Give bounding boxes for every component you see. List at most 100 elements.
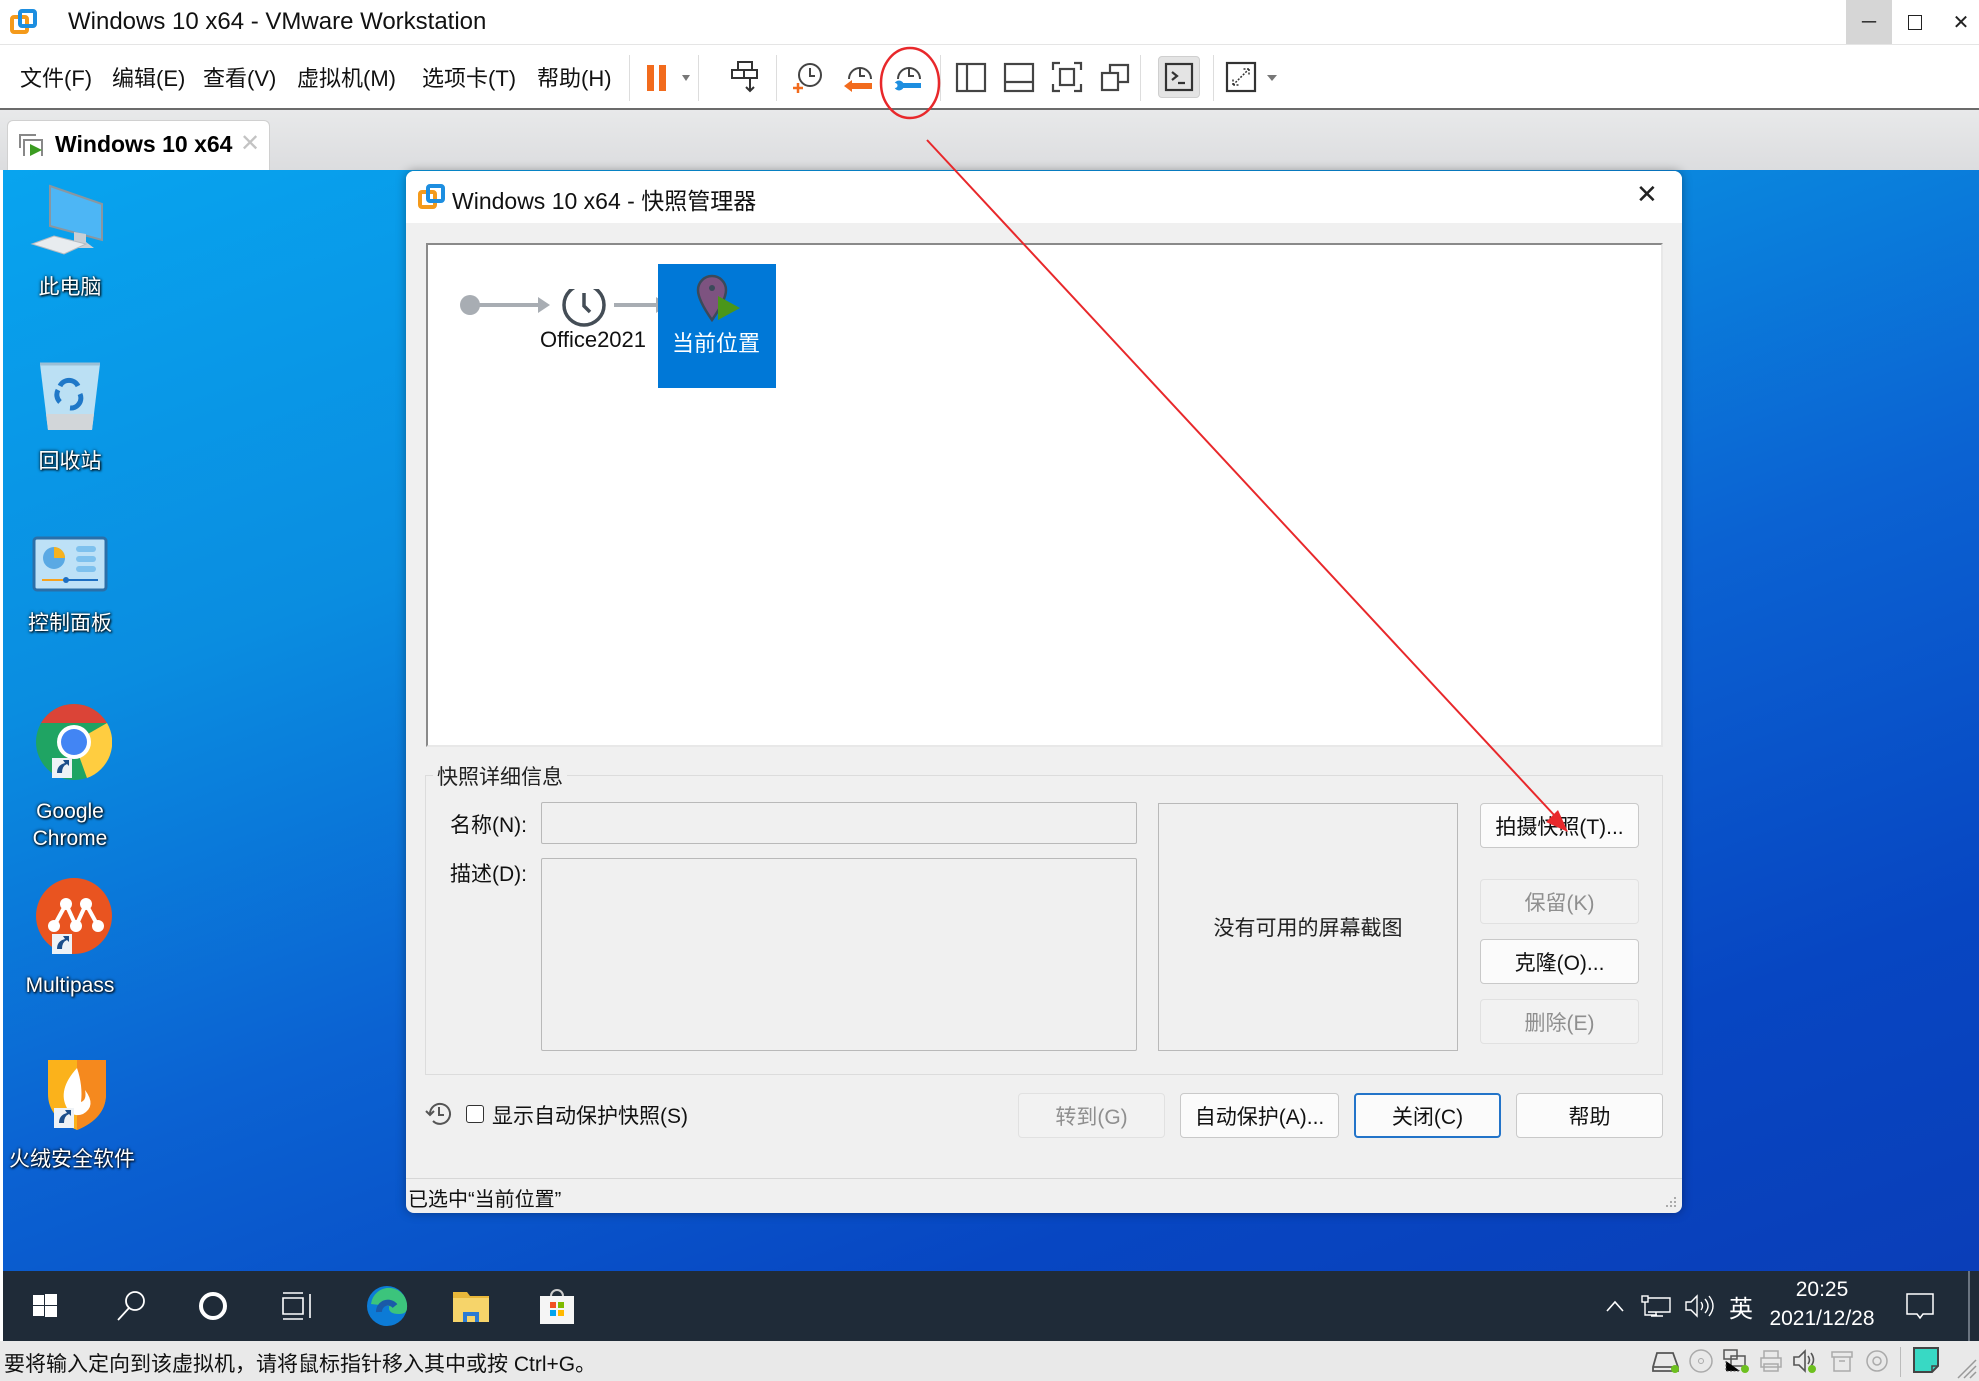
this-pc-icon [30, 184, 103, 255]
multipass-icon [36, 878, 112, 954]
dialog-status-text: 已选中“当前位置” [408, 1189, 562, 1211]
resize-grip-icon[interactable] [1664, 1195, 1678, 1209]
console-view-button[interactable] [1158, 56, 1200, 98]
desktop-icon-huorong[interactable]: 火绒安全软件 [3, 1050, 141, 1173]
camera-icon[interactable] [1864, 1349, 1890, 1373]
show-library-icon [955, 62, 987, 93]
menu-help[interactable]: 帮助(H) [537, 61, 612, 93]
snapshot-node-office2021[interactable]: Office2021 [540, 327, 646, 353]
desktop-icon-google-chrome[interactable]: Google Chrome [5, 702, 135, 852]
take-snapshot-icon [793, 63, 822, 93]
show-desktop-button[interactable] [1968, 1271, 1970, 1341]
show-hidden-icons-button[interactable] [1600, 1271, 1630, 1341]
dialog-close-icon[interactable]: ✕ [1636, 179, 1658, 210]
send-ctrl-alt-del-button[interactable] [728, 59, 764, 95]
revert-snapshot-button[interactable] [840, 59, 876, 95]
tab-windows-10-x64[interactable]: Windows 10 x64 ✕ [7, 120, 270, 170]
search-button[interactable] [99, 1271, 163, 1341]
show-autoprotect-label[interactable]: 显示自动保护快照(S) [492, 1100, 688, 1130]
desktop-icon-label-line2: Chrome [32, 827, 108, 850]
usb-controller-icon[interactable] [1829, 1349, 1855, 1373]
sound-card-icon[interactable] [1792, 1349, 1818, 1373]
description-field[interactable] [541, 858, 1137, 1051]
arrow-icon [538, 297, 550, 313]
tab-bar: Windows 10 x64 ✕ [0, 110, 1979, 170]
recycle-bin-icon [40, 362, 100, 430]
edge-taskbar-button[interactable] [355, 1271, 419, 1341]
name-field[interactable] [541, 802, 1137, 844]
store-icon [540, 1289, 574, 1324]
revert-snapshot-icon [844, 67, 872, 92]
separator [776, 55, 777, 101]
menu-toolbar: 文件(F) 编辑(E) 查看(V) 虚拟机(M) 选项卡(T) 帮助(H) [0, 45, 1979, 110]
network-adapter-icon[interactable] [1722, 1349, 1752, 1373]
close-dialog-button[interactable]: 关闭(C) [1354, 1093, 1501, 1138]
stretch-guest-button[interactable] [1224, 59, 1282, 95]
volume-tray-button[interactable] [1683, 1271, 1715, 1341]
you-are-here-icon [696, 274, 740, 323]
current-state-label: 当前位置 [672, 331, 761, 356]
autoprotect-clock-icon [425, 1102, 451, 1125]
menu-view[interactable]: 查看(V) [203, 61, 276, 93]
pause-icon [647, 65, 690, 91]
desktop-icon-recycle-bin[interactable]: 回收站 [5, 356, 135, 475]
desktop-icon-multipass[interactable]: Multipass [5, 876, 135, 999]
maximize-button[interactable] [1892, 0, 1938, 44]
snapshot-tree[interactable]: Office2021 当前位置 [426, 243, 1663, 747]
unity-button[interactable] [1097, 59, 1133, 95]
take-snapshot-button[interactable]: 拍摄快照(T)... [1480, 803, 1639, 848]
minimize-button[interactable]: ─ [1846, 0, 1892, 44]
desktop-icon-this-pc[interactable]: 此电脑 [5, 182, 135, 301]
task-view-button[interactable] [265, 1271, 329, 1341]
hard-disk-icon[interactable] [1651, 1349, 1681, 1373]
menu-file[interactable]: 文件(F) [20, 61, 92, 93]
snapshot-manager-button[interactable] [890, 59, 926, 95]
help-button[interactable]: 帮助 [1516, 1093, 1663, 1138]
window-resize-grip-icon[interactable] [1955, 1357, 1977, 1379]
root-node-icon [460, 295, 480, 315]
current-state-node[interactable]: 当前位置 [658, 264, 776, 388]
full-screen-icon [1051, 61, 1083, 93]
search-icon [117, 1291, 145, 1321]
pause-button[interactable] [642, 59, 698, 95]
store-taskbar-button[interactable] [525, 1271, 589, 1341]
cortana-button[interactable] [181, 1271, 245, 1341]
cortana-icon [199, 1292, 227, 1320]
menu-tabs[interactable]: 选项卡(T) [422, 61, 516, 93]
printer-icon[interactable] [1758, 1349, 1784, 1373]
volume-icon [1685, 1294, 1714, 1318]
snapshot-manager-icon [892, 67, 921, 91]
show-autoprotect-checkbox[interactable] [466, 1105, 484, 1123]
description-label: 描述(D): [450, 863, 527, 886]
goto-button[interactable]: 转到(G) [1018, 1093, 1165, 1138]
close-button[interactable]: ✕ [1938, 0, 1979, 44]
full-screen-button[interactable] [1049, 59, 1085, 95]
start-button[interactable] [13, 1271, 77, 1341]
desktop-icon-control-panel[interactable]: 控制面板 [5, 532, 135, 637]
menu-vm[interactable]: 虚拟机(M) [297, 61, 396, 93]
network-tray-button[interactable] [1638, 1271, 1674, 1341]
tab-close-icon[interactable]: ✕ [240, 129, 260, 158]
autoprotect-button[interactable]: 自动保护(A)... [1180, 1093, 1339, 1138]
tab-label: Windows 10 x64 [55, 131, 233, 157]
show-library-button[interactable] [953, 59, 989, 95]
guest-taskbar: 英 20:25 2021/12/28 [3, 1271, 1979, 1341]
separator [1900, 1347, 1901, 1377]
show-thumbnail-bar-button[interactable] [1001, 59, 1037, 95]
close-icon: ✕ [1952, 11, 1970, 34]
clone-button[interactable]: 克隆(O)... [1480, 939, 1639, 984]
message-log-icon[interactable] [1912, 1346, 1940, 1374]
show-thumbnail-bar-icon [1003, 62, 1035, 93]
huorong-icon [48, 1060, 106, 1130]
snapshot-manager-dialog: Windows 10 x64 - 快照管理器 ✕ Office2021 当前位置… [406, 171, 1682, 1213]
file-explorer-taskbar-button[interactable] [439, 1271, 503, 1341]
ime-indicator[interactable]: 英 [1721, 1271, 1761, 1341]
menu-edit[interactable]: 编辑(E) [112, 61, 185, 93]
clock[interactable]: 20:25 2021/12/28 [1766, 1275, 1878, 1333]
delete-button[interactable]: 删除(E) [1480, 999, 1639, 1044]
separator [1140, 55, 1141, 101]
action-center-button[interactable] [1900, 1271, 1940, 1341]
keep-button[interactable]: 保留(K) [1480, 879, 1639, 924]
take-snapshot-button[interactable] [790, 59, 826, 95]
cd-dvd-icon[interactable] [1688, 1349, 1714, 1373]
